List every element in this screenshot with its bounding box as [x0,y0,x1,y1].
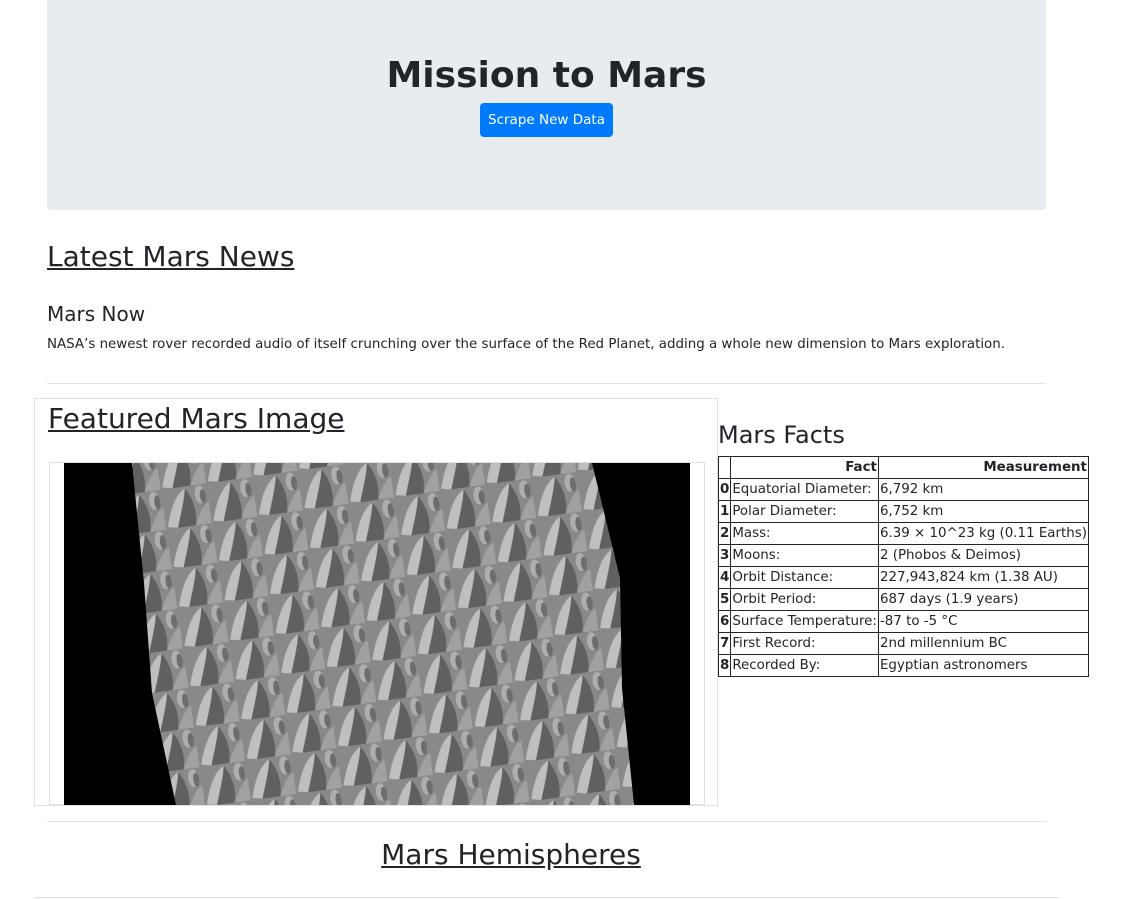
measurement-cell: 6,792 km [877,478,1089,501]
fact-cell: Moons: [730,544,879,567]
mars-facts-heading: Mars Facts [718,421,845,449]
row-index-cell: 2 [717,522,732,545]
mars-facts-table: Fact Measurement 0 Equatorial Diameter: 6,… [717,456,1089,677]
fact-cell: Recorded By: [730,654,879,677]
measurement-cell: Egyptian astronomers [877,654,1089,677]
table-row: 5 Orbit Period: 687 days (1.9 years) [717,588,1089,611]
featured-image-frame [49,462,705,805]
fact-cell: Mass: [730,522,879,545]
table-row: 6 Surface Temperature: -87 to -5 °C [717,610,1089,633]
dune-field-image-graphic [64,463,690,805]
row-index-cell: 0 [717,478,732,501]
row-index-cell: 6 [717,610,732,633]
row-index-cell: 1 [717,500,732,523]
featured-image-heading: Featured Mars Image [48,402,345,435]
row-index-cell: 7 [717,632,732,655]
index-column-header [717,456,732,479]
measurement-column-header: Measurement [877,456,1089,479]
row-index-cell: 4 [717,566,732,589]
fact-cell: Orbit Period: [730,588,879,611]
divider [34,897,1059,898]
table-row: 7 First Record: 2nd millennium BC [717,632,1089,655]
measurement-cell: 227,943,824 km (1.38 AU) [877,566,1089,589]
page-title: Mission to Mars [386,55,707,96]
table-row: 4 Orbit Distance: 227,943,824 km (1.38 AU) [717,566,1089,589]
table-row: 1 Polar Diameter: 6,752 km [717,500,1089,523]
featured-mars-image[interactable] [64,463,690,805]
news-paragraph: NASA’s newest rover recorded audio of it… [47,337,1005,352]
latest-news-heading: Latest Mars News [47,240,295,273]
table-row: 3 Moons: 2 (Phobos & Deimos) [717,544,1089,567]
fact-cell: Surface Temperature: [730,610,879,633]
fact-cell: Equatorial Diameter: [730,478,879,501]
table-row: 0 Equatorial Diameter: 6,792 km [717,478,1089,501]
table-row: 8 Recorded By: Egyptian astronomers [717,654,1089,677]
featured-image-card: Featured Mars Image [34,398,718,806]
row-index-cell: 3 [717,544,732,567]
table-header-row: Fact Measurement [717,456,1089,479]
fact-column-header: Fact [730,456,879,479]
row-index-cell: 5 [717,588,732,611]
measurement-cell: 2 (Phobos & Deimos) [877,544,1089,567]
measurement-cell: 687 days (1.9 years) [877,588,1089,611]
divider [47,821,1047,822]
news-title: Mars Now [47,302,146,326]
fact-cell: Orbit Distance: [730,566,879,589]
fact-cell: First Record: [730,632,879,655]
measurement-cell: 6.39 × 10^23 kg (0.11 Earths) [877,522,1089,545]
table-row: 2 Mass: 6.39 × 10^23 kg (0.11 Earths) [717,522,1089,545]
measurement-cell: 6,752 km [877,500,1089,523]
fact-cell: Polar Diameter: [730,500,879,523]
divider [47,383,1046,384]
scrape-new-data-button[interactable]: Scrape New Data [480,103,613,137]
measurement-cell: 2nd millennium BC [877,632,1089,655]
jumbotron-header: Mission to Mars Scrape New Data [47,0,1046,210]
facts-table-body: 0 Equatorial Diameter: 6,792 km 1 Polar Diam… [717,478,1089,677]
measurement-cell: -87 to -5 °C [877,610,1089,633]
mars-hemispheres-heading: Mars Hemispheres [381,838,641,871]
row-index-cell: 8 [717,654,732,677]
